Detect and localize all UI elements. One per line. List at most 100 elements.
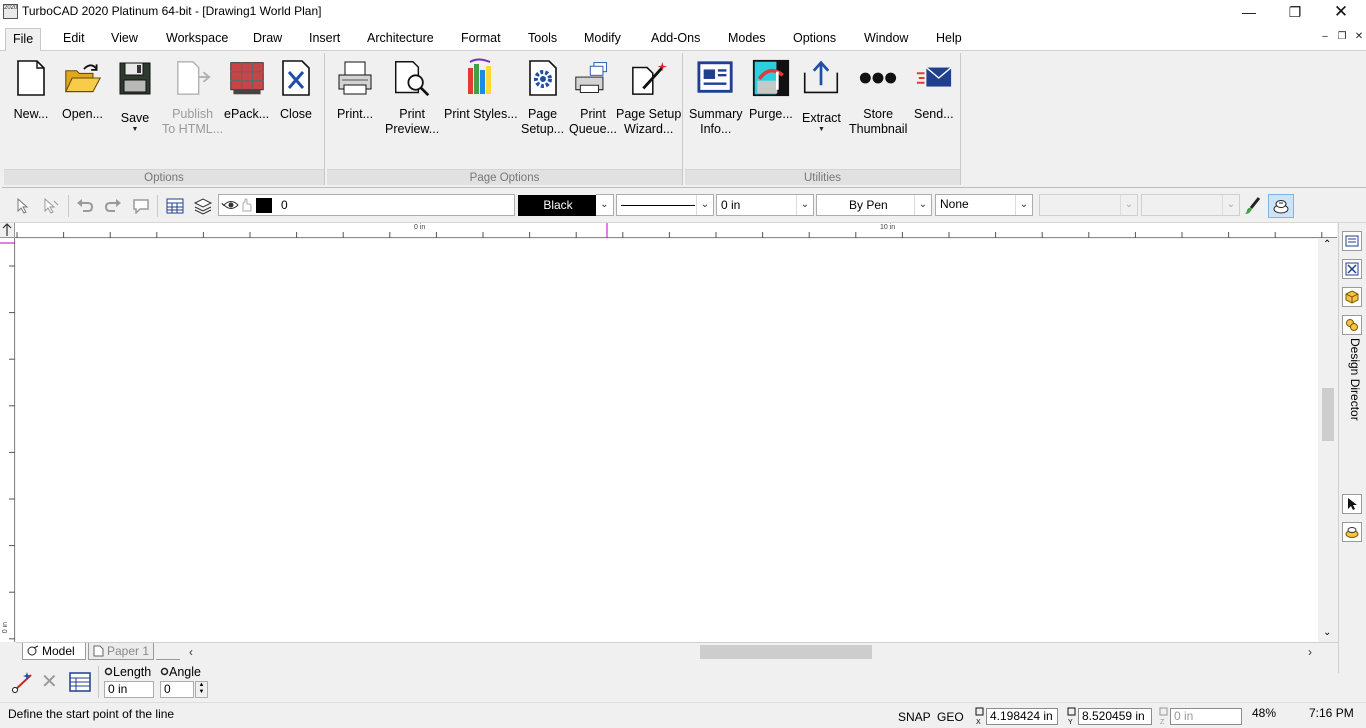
tab-paper-1[interactable]: Paper 1 bbox=[88, 643, 154, 660]
menu-help[interactable]: Help bbox=[929, 28, 969, 50]
scroll-up-icon[interactable]: ⌃ bbox=[1323, 239, 1331, 250]
properties-panel-icon[interactable] bbox=[1342, 231, 1362, 251]
angle-spinner[interactable]: ▲ ▼ bbox=[195, 681, 208, 698]
layer-manager-icon[interactable] bbox=[1268, 194, 1294, 218]
scroll-right-icon[interactable]: › bbox=[1308, 645, 1312, 659]
undo-icon[interactable] bbox=[75, 196, 95, 216]
extract-button[interactable]: Extract ▼ bbox=[802, 57, 841, 134]
design-director-icon[interactable] bbox=[1342, 315, 1362, 335]
open-button[interactable]: Open... bbox=[62, 57, 103, 122]
chevron-down-icon[interactable]: ⌄ bbox=[914, 195, 931, 215]
publish-html-button[interactable]: Publish To HTML... bbox=[162, 57, 223, 137]
menu-window[interactable]: Window bbox=[857, 28, 915, 50]
length-input[interactable]: 0 in bbox=[104, 681, 154, 698]
chevron-down-icon[interactable]: ⌄ bbox=[1120, 195, 1137, 215]
menu-draw[interactable]: Draw bbox=[246, 28, 289, 50]
print-preview-button[interactable]: Print Preview... bbox=[385, 57, 439, 137]
fill-combo[interactable]: None ⌄ bbox=[935, 194, 1033, 216]
dimension-style-combo[interactable]: ⌄ bbox=[1039, 194, 1138, 216]
menu-add-ons[interactable]: Add-Ons bbox=[644, 28, 707, 50]
brush-icon[interactable] bbox=[1243, 196, 1263, 216]
redo-icon[interactable] bbox=[103, 196, 123, 216]
page-setup-wizard-button[interactable]: Page Setup Wizard... bbox=[616, 57, 681, 137]
table-grid-icon[interactable] bbox=[165, 196, 185, 216]
pen-style-combo[interactable]: By Pen ⌄ bbox=[816, 194, 932, 216]
vertical-ruler[interactable]: 0 in bbox=[0, 238, 15, 642]
mdi-minimize-icon[interactable]: – bbox=[1318, 30, 1332, 44]
horizontal-scroll-thumb[interactable] bbox=[700, 645, 872, 659]
horizontal-ruler[interactable]: 0 in 10 in bbox=[15, 223, 1337, 238]
layer-combo[interactable]: 0 ⌄ bbox=[218, 194, 515, 216]
menu-options[interactable]: Options bbox=[786, 28, 843, 50]
color-combo-arrow[interactable]: ⌄ bbox=[596, 194, 614, 216]
page-setup-button[interactable]: Page Setup... bbox=[521, 57, 564, 137]
layers-panel-icon[interactable] bbox=[1342, 522, 1362, 542]
color-combo[interactable]: Black bbox=[518, 195, 598, 216]
properties-table-icon[interactable] bbox=[69, 672, 91, 695]
print-button[interactable]: Print... bbox=[336, 57, 374, 122]
restore-icon[interactable]: ❐ bbox=[1272, 0, 1318, 24]
app-icon[interactable]: 2020 bbox=[3, 4, 18, 19]
angle-input[interactable]: 0 bbox=[160, 681, 194, 698]
menu-tools[interactable]: Tools bbox=[521, 28, 564, 50]
chevron-down-icon[interactable]: ▼ bbox=[818, 126, 825, 134]
minimize-icon[interactable]: — bbox=[1226, 0, 1272, 24]
selection-info-icon[interactable] bbox=[1342, 259, 1362, 279]
scroll-down-icon[interactable]: ⌄ bbox=[1323, 627, 1331, 638]
menu-view[interactable]: View bbox=[104, 28, 145, 50]
z-coordinate-field[interactable]: 0 in bbox=[1170, 708, 1242, 725]
y-coordinate-field[interactable]: 8.520459 in bbox=[1078, 708, 1152, 725]
line-tool-icon[interactable] bbox=[11, 670, 37, 697]
menu-workspace[interactable]: Workspace bbox=[159, 28, 235, 50]
chevron-down-icon[interactable]: ▼ bbox=[132, 126, 139, 134]
menu-insert[interactable]: Insert bbox=[302, 28, 347, 50]
cancel-icon[interactable]: ✕ bbox=[41, 672, 58, 692]
menu-edit[interactable]: Edit bbox=[56, 28, 92, 50]
menu-architecture[interactable]: Architecture bbox=[360, 28, 441, 50]
send-button[interactable]: Send... bbox=[914, 57, 954, 122]
chevron-down-icon[interactable]: ⌄ bbox=[796, 195, 813, 215]
select-arrow-icon[interactable] bbox=[13, 196, 33, 216]
mdi-close-icon[interactable]: ✕ bbox=[1352, 30, 1366, 44]
vertical-scroll-thumb[interactable] bbox=[1322, 388, 1334, 441]
close-icon[interactable]: ✕ bbox=[1318, 0, 1364, 24]
thickness-combo[interactable]: 0 in ⌄ bbox=[716, 194, 814, 216]
menu-modes[interactable]: Modes bbox=[721, 28, 773, 50]
purge-button[interactable]: Purge... bbox=[749, 57, 793, 122]
epack-button[interactable]: ePack... bbox=[224, 57, 269, 122]
chevron-down-icon[interactable]: ⌄ bbox=[696, 195, 713, 215]
hand-lock-icon[interactable] bbox=[240, 198, 252, 215]
layers-icon[interactable] bbox=[193, 196, 213, 216]
comment-icon[interactable] bbox=[131, 196, 151, 216]
close-button[interactable]: Close bbox=[277, 57, 315, 122]
drawing-canvas[interactable] bbox=[16, 239, 1318, 642]
layer-color-swatch[interactable] bbox=[256, 198, 272, 213]
ruler-corner[interactable] bbox=[0, 223, 15, 238]
x-coordinate-field[interactable]: 4.198424 in bbox=[986, 708, 1058, 725]
menu-format[interactable]: Format bbox=[454, 28, 508, 50]
chevron-down-icon[interactable]: ⌄ bbox=[1222, 195, 1239, 215]
eye-icon[interactable] bbox=[223, 198, 239, 215]
menu-file[interactable]: File bbox=[5, 28, 42, 52]
zoom-level[interactable]: 48% bbox=[1252, 706, 1276, 720]
chevron-down-icon[interactable]: ⌄ bbox=[596, 195, 613, 215]
tab-model[interactable]: Model bbox=[22, 643, 86, 660]
print-queue-button[interactable]: Print Queue... bbox=[569, 57, 617, 137]
chevron-down-icon[interactable]: ⌄ bbox=[1015, 195, 1032, 215]
new-button[interactable]: New... bbox=[12, 57, 50, 122]
line-style-combo[interactable]: ⌄ bbox=[616, 194, 714, 216]
snap-toggle[interactable]: SNAP bbox=[898, 710, 931, 724]
print-styles-button[interactable]: Print Styles... bbox=[444, 57, 518, 122]
text-style-combo[interactable]: ⌄ bbox=[1141, 194, 1240, 216]
mdi-restore-icon[interactable]: ❐ bbox=[1335, 30, 1349, 44]
scroll-left-icon[interactable]: ‹ bbox=[189, 645, 193, 659]
library-cube-icon[interactable] bbox=[1342, 287, 1362, 307]
design-director-tab[interactable]: Design Director bbox=[1340, 338, 1362, 428]
save-button[interactable]: Save ▼ bbox=[116, 57, 154, 134]
summary-info-button[interactable]: Summary Info... bbox=[689, 57, 742, 137]
menu-modify[interactable]: Modify bbox=[577, 28, 628, 50]
store-thumbnail-button[interactable]: Store Thumbnail bbox=[849, 57, 907, 137]
select-edit-icon[interactable] bbox=[41, 196, 61, 216]
geo-toggle[interactable]: GEO bbox=[937, 710, 964, 724]
select-pointer-icon[interactable] bbox=[1342, 494, 1362, 514]
